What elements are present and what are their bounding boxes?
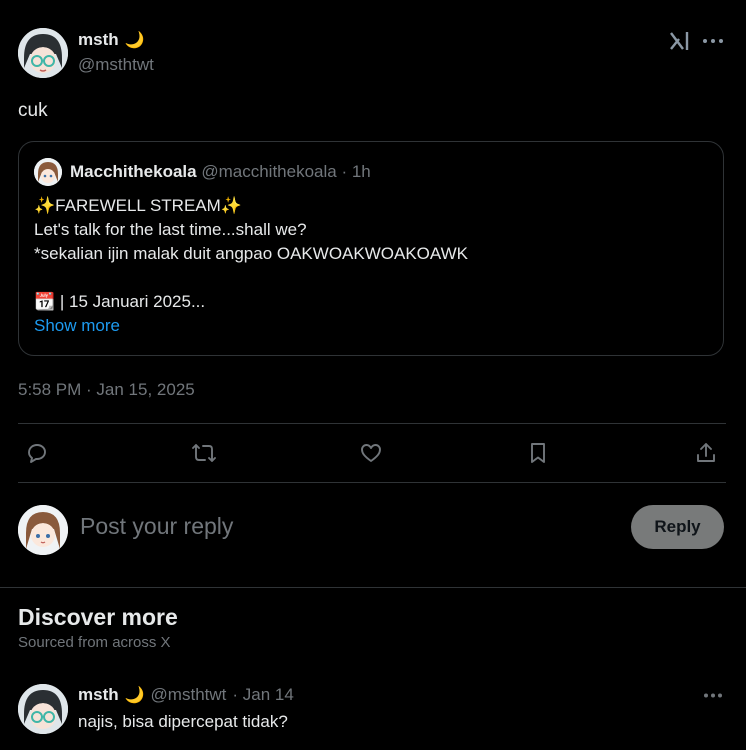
quote-author-handle: @macchithekoala [201, 162, 337, 181]
author-handle[interactable]: @msthtwt [78, 55, 154, 75]
discover-title: Discover more [18, 604, 178, 630]
feed-post-text: najis, bisa dipercepat tidak? [78, 712, 288, 731]
reply-input[interactable]: Post your reply [80, 513, 233, 540]
feed-author-emoji: 🌙 [124, 687, 145, 704]
bookmark-icon[interactable] [523, 438, 553, 468]
reply-icon[interactable] [22, 438, 52, 468]
quote-line-1: ✨FAREWELL STREAM✨ [34, 196, 242, 215]
quote-line-2: Let's talk for the last time...shall we? [34, 220, 307, 239]
feed-more-options-icon[interactable] [700, 684, 726, 706]
share-icon[interactable] [691, 438, 721, 468]
feed-author-avatar[interactable] [18, 684, 68, 734]
quote-author-avatar [34, 158, 62, 186]
divider [18, 482, 726, 483]
feed-author-name[interactable]: msth [78, 685, 119, 705]
like-icon[interactable] [356, 438, 386, 468]
quote-time: · 1h [341, 162, 371, 181]
author-name[interactable]: msth [78, 30, 119, 50]
repost-icon[interactable] [189, 438, 219, 468]
discover-subtitle: Sourced from across X [18, 634, 171, 651]
quote-author-name: Macchithekoala [70, 162, 197, 181]
show-more-link[interactable]: Show more [34, 314, 468, 338]
feed-author-handle[interactable]: @msthtwt [151, 685, 227, 705]
quote-line-4: 📆 | 15 Januari 2025... [34, 292, 206, 311]
grok-icon[interactable] [668, 30, 692, 52]
reply-button[interactable]: Reply [631, 505, 724, 549]
author-avatar[interactable] [18, 28, 68, 78]
section-divider [0, 587, 746, 588]
post-text: cuk [18, 100, 48, 121]
divider [18, 423, 726, 424]
post-timestamp[interactable]: 5:58 PM · Jan 15, 2025 [18, 380, 195, 400]
quoted-post[interactable]: Macchithekoala @macchithekoala · 1h ✨FAR… [18, 141, 724, 356]
feed-post-time[interactable]: · Jan 14 [232, 685, 293, 705]
author-emoji: 🌙 [124, 32, 145, 49]
quote-line-3: *sekalian ijin malak duit angpao OAKWOAK… [34, 244, 468, 263]
user-avatar [18, 505, 68, 555]
more-options-icon[interactable] [700, 30, 726, 52]
